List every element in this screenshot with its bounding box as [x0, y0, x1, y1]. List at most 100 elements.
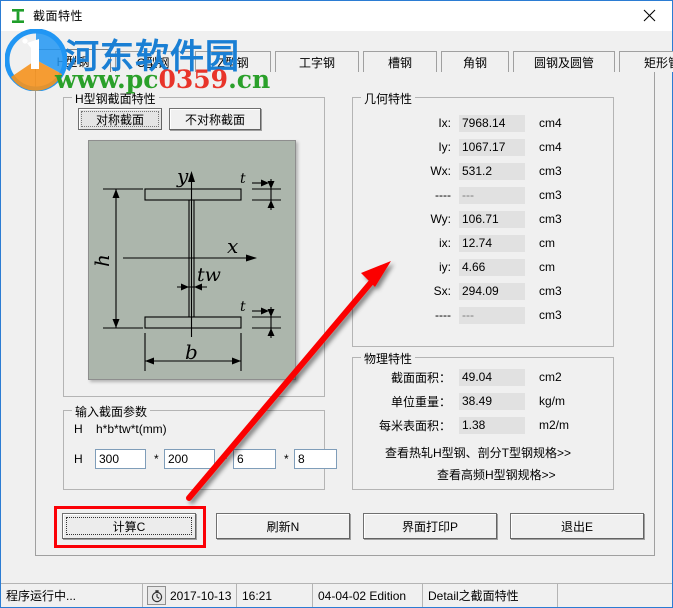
action-button-bar: 计算C 刷新N 界面打印P 退出E — [36, 506, 654, 555]
field-h[interactable]: 300 — [95, 449, 146, 469]
row-prefix: H — [74, 452, 83, 466]
field-h-value: 300 — [99, 452, 120, 466]
geometry-row-unit: cm3 — [539, 212, 562, 226]
print-screen-button[interactable]: 界面打印P — [363, 513, 497, 539]
tab-c-section[interactable]: C型钢 — [115, 51, 191, 72]
physical-row-value: 49.04 — [459, 368, 525, 386]
tab-z-section[interactable]: Z型钢 — [195, 51, 271, 72]
svg-text:tw: tw — [197, 264, 221, 286]
geometry-row-label: ix: — [439, 236, 451, 250]
physical-row: 每米表面积： 1.38 m2/m — [353, 416, 613, 434]
tab-label: 圆钢及圆管 — [533, 55, 594, 70]
section-properties-group: H型钢截面特性 对称截面 不对称截面 y x h b tw t t — [63, 90, 325, 397]
geometry-row-value: 7968.14 — [459, 114, 525, 132]
geometry-row-unit: cm4 — [539, 116, 562, 130]
field-b[interactable]: 200 — [164, 449, 215, 469]
status-time-label: 16:21 — [242, 588, 273, 603]
close-button[interactable] — [627, 1, 672, 30]
geometry-row-value: --- — [459, 306, 525, 324]
tab-round-bar-pipe[interactable]: 圆钢及圆管 — [513, 51, 615, 72]
geometry-row-unit: cm3 — [539, 188, 562, 202]
geometry-row-value: 294.09 — [459, 282, 525, 300]
symmetric-section-button[interactable]: 对称截面 — [78, 108, 162, 130]
symmetric-section-label: 对称截面 — [95, 112, 144, 127]
refresh-label: 刷新N — [266, 519, 300, 534]
field-t-value: 8 — [298, 452, 305, 466]
geometry-row-unit: cm — [539, 260, 555, 274]
section-properties-legend: H型钢截面特性 — [72, 90, 159, 107]
physical-row-value: 1.38 — [459, 416, 525, 434]
geometry-row-label: ---- — [435, 308, 451, 322]
input-parameters-group: 输入截面参数 H h*b*tw*t(mm) H 300 * 200 * 6 * … — [63, 403, 337, 490]
tab-h-section[interactable]: H型钢 — [35, 49, 111, 72]
geometry-row: ---- --- cm3 — [353, 186, 613, 204]
field-t[interactable]: 8 — [294, 449, 337, 469]
tab-label: Z型钢 — [217, 55, 249, 70]
geometry-row-unit: cm3 — [539, 284, 562, 298]
physical-properties-group: 物理特性 截面面积： 49.04 cm2 单位重量： 38.49 kg/m 每米… — [352, 350, 614, 490]
svg-text:t: t — [240, 171, 246, 187]
status-edition-label: 04-04-02 Edition — [318, 588, 407, 603]
calculate-label-wrap: 计算C — [66, 517, 192, 535]
tab-i-beam[interactable]: 工字钢 — [275, 51, 359, 72]
exit-label: 退出E — [560, 519, 593, 534]
geometry-row-unit: cm4 — [539, 140, 562, 154]
geometry-row: Ix: 7968.14 cm4 — [353, 114, 613, 132]
tab-label: H型钢 — [56, 54, 90, 69]
geometry-row-label: ---- — [435, 188, 451, 202]
physical-row: 单位重量： 38.49 kg/m — [353, 392, 613, 410]
format-prefix: H — [74, 422, 83, 436]
geometry-row: Sx: 294.09 cm3 — [353, 282, 613, 300]
exit-button[interactable]: 退出E — [510, 513, 644, 539]
high-frequency-spec-link[interactable]: 查看高频H型钢规格>> — [437, 466, 556, 483]
geometry-row-label: Ix: — [438, 116, 451, 130]
hot-rolled-spec-link[interactable]: 查看热轧H型钢、剖分T型钢规格>> — [385, 444, 571, 461]
app-window: 截面特性 H型钢 C型钢 Z型钢 工字钢 槽钢 角钢 圆钢及圆管 矩形 H型钢截… — [0, 0, 673, 608]
physical-row-unit: cm2 — [539, 370, 562, 384]
geometry-row-value: 531.2 — [459, 162, 525, 180]
tab-content-panel: H型钢截面特性 对称截面 不对称截面 y x h b tw t t 输入截面参数… — [35, 72, 655, 556]
refresh-button[interactable]: 刷新N — [216, 513, 350, 539]
geometry-row: ix: 12.74 cm — [353, 234, 613, 252]
geometry-row-value: 1067.17 — [459, 138, 525, 156]
close-icon — [643, 9, 656, 22]
status-date: 2017-10-13 — [143, 584, 237, 607]
geometry-row: ---- --- cm3 — [353, 306, 613, 324]
status-bar: 程序运行中... 2017-10-13 16:21 04-04-02 Editi… — [1, 583, 672, 607]
geometry-row: Wy: 106.71 cm3 — [353, 210, 613, 228]
geometry-row-value: --- — [459, 186, 525, 204]
asymmetric-section-label: 不对称截面 — [184, 112, 245, 127]
cross-section-diagram: y x h b tw t t — [88, 140, 296, 380]
physical-row: 截面面积： 49.04 cm2 — [353, 368, 613, 386]
geometry-properties-legend: 几何特性 — [361, 90, 416, 107]
physical-properties-legend: 物理特性 — [361, 350, 416, 367]
physical-row-label: 单位重量： — [390, 394, 451, 409]
geometry-row-label: iy: — [439, 260, 451, 274]
ibeam-icon — [9, 7, 27, 25]
tab-angle[interactable]: 角钢 — [441, 51, 509, 72]
geometry-row-unit: cm3 — [539, 164, 562, 178]
status-date-label: 2017-10-13 — [170, 588, 232, 603]
geometry-row: Wx: 531.2 cm3 — [353, 162, 613, 180]
calculate-button[interactable]: 计算C — [62, 513, 196, 539]
tab-channel[interactable]: 槽钢 — [363, 51, 437, 72]
status-module-label: Detail之截面特性 — [428, 589, 519, 603]
geometry-row-unit: cm3 — [539, 308, 562, 322]
svg-text:x: x — [227, 234, 238, 258]
asymmetric-section-button[interactable]: 不对称截面 — [169, 108, 261, 130]
field-b-value: 200 — [168, 452, 189, 466]
status-edition: 04-04-02 Edition — [313, 584, 423, 607]
field-tw[interactable]: 6 — [233, 449, 276, 469]
svg-text:b: b — [185, 340, 198, 364]
tab-rect-tube[interactable]: 矩形管 — [619, 51, 673, 72]
svg-text:t: t — [240, 299, 246, 315]
geometry-row-label: Wy: — [430, 212, 451, 226]
status-module: Detail之截面特性 — [423, 584, 558, 607]
window-title: 截面特性 — [33, 9, 84, 23]
geometry-row: iy: 4.66 cm — [353, 258, 613, 276]
geometry-row-label: Wx: — [430, 164, 451, 178]
physical-row-label: 每米表面积： — [378, 418, 451, 433]
geometry-row-value: 12.74 — [459, 234, 525, 252]
physical-row-value: 38.49 — [459, 392, 525, 410]
geometry-row-unit: cm — [539, 236, 555, 250]
